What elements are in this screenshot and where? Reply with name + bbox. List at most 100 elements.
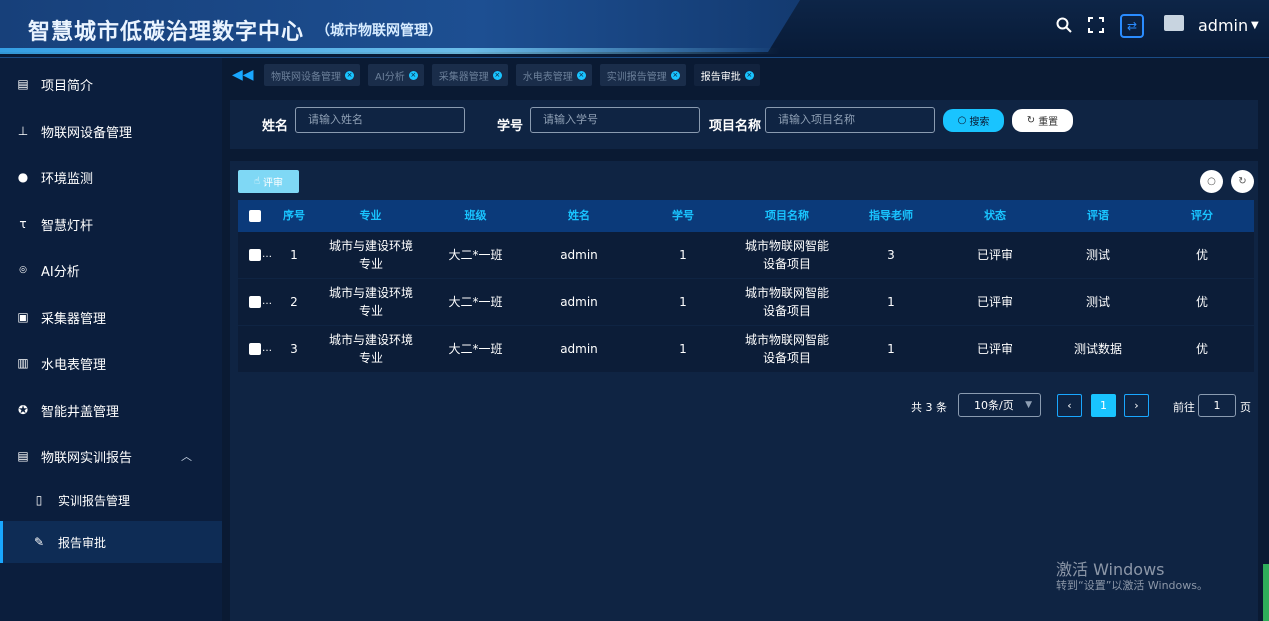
cell-student-id: 1 (679, 248, 687, 262)
cell-status: 已评审 (976, 342, 1013, 356)
select-all-checkbox[interactable] (249, 210, 261, 222)
user-name[interactable]: admin (1198, 16, 1248, 35)
sitemap-icon: ⊥ (17, 124, 29, 138)
ellipsis: … (262, 249, 272, 260)
avatar[interactable] (1164, 15, 1184, 31)
sidebar-item-collector[interactable]: ▣ 采集器管理 (0, 294, 222, 340)
cell-major: 城市与建设环境专业 (328, 239, 413, 271)
sidebar-item-label: 物联网实训报告 (41, 450, 133, 466)
collapse-icon[interactable]: ◀◀ (232, 67, 254, 83)
row-checkbox[interactable] (249, 249, 261, 261)
sidebar-item-iot-devices[interactable]: ⊥ 物联网设备管理 (0, 108, 222, 154)
fullscreen-icon[interactable] (1085, 14, 1107, 36)
search-icon[interactable] (1053, 14, 1075, 36)
report-icon: ▤ (17, 449, 29, 463)
row-checkbox[interactable] (249, 343, 261, 355)
switch-icon[interactable]: ⇄ (1120, 14, 1144, 38)
column-header: 评语 (1087, 209, 1109, 222)
submenu-report-management[interactable]: ▯ 实训报告管理 (0, 479, 222, 521)
table-row[interactable]: … 1 城市与建设环境专业 大二*一班 admin 1 城市物联网智能设备项目 … (238, 232, 1254, 278)
next-page-button[interactable]: › (1124, 394, 1149, 417)
top-header: 智慧城市低碳治理数字中心 （城市物联网管理） ⇄ admin ▼ (0, 0, 1269, 58)
column-header: 指导老师 (869, 209, 913, 222)
sidebar-item-smart-pole[interactable]: τ 智慧灯杆 (0, 201, 222, 247)
total-count: 共 3 条 (911, 401, 947, 414)
name-label: 姓名 (262, 119, 289, 134)
review-button[interactable]: ☝ 评审 (238, 170, 299, 193)
cell-major: 城市与建设环境专业 (328, 286, 413, 318)
page-suffix: 页 (1240, 401, 1251, 414)
cell-project: 城市物联网智能设备项目 (744, 333, 829, 365)
cell-status: 已评审 (976, 248, 1013, 262)
review-button-label: 评审 (263, 178, 284, 189)
close-icon[interactable]: × (492, 70, 502, 80)
reset-button[interactable]: ↻ 重置 (1012, 109, 1073, 132)
refresh-button[interactable]: ↻ (1231, 170, 1254, 193)
cell-name: admin (560, 295, 598, 309)
cell-teacher: 3 (887, 248, 895, 262)
goto-label: 前往 (1173, 401, 1195, 414)
tab-iot-devices[interactable]: 物联网设备管理 × (264, 64, 360, 86)
cell-class: 大二*一班 (448, 248, 503, 262)
goto-page-input[interactable]: 1 (1198, 394, 1236, 417)
sidebar-item-label: 智能井盖管理 (41, 404, 120, 420)
cell-comment: 测试数据 (1073, 342, 1122, 356)
close-icon[interactable]: × (744, 70, 754, 80)
prev-page-button[interactable]: ‹ (1057, 394, 1082, 417)
sidebar-item-manhole[interactable]: ✪ 智能井盖管理 (0, 387, 222, 433)
column-header: 专业 (359, 209, 382, 222)
sidebar-item-meters[interactable]: ▥ 水电表管理 (0, 340, 222, 386)
tab-report-approval[interactable]: 报告审批 × (693, 64, 760, 86)
book-icon: ▯ (35, 493, 43, 507)
row-checkbox[interactable] (249, 296, 261, 308)
caret-down-icon[interactable]: ▼ (1251, 20, 1259, 31)
sidebar-item-ai[interactable]: ◎ AI分析 (0, 247, 222, 293)
close-icon[interactable]: × (408, 70, 418, 80)
sidebar-item-environment[interactable]: ● 环境监测 (0, 154, 222, 200)
tab-label: 水电表管理 (522, 71, 573, 83)
cell-class: 大二*一班 (448, 295, 503, 309)
reset-button-label: 重置 (1038, 117, 1059, 128)
sidebar-item-project-intro[interactable]: ▤ 项目简介 (0, 61, 222, 107)
cell-no: 1 (290, 248, 298, 262)
corner-indicator (1263, 564, 1269, 621)
table-row[interactable]: … 2 城市与建设环境专业 大二*一班 admin 1 城市物联网智能设备项目 … (238, 279, 1254, 325)
cell-student-id: 1 (679, 295, 687, 309)
text-height-icon: τ (19, 217, 27, 231)
ai-icon: ◎ (19, 265, 27, 275)
printer-icon: ▣ (17, 310, 29, 324)
cell-student-id: 1 (679, 342, 687, 356)
tab-label: 实训报告管理 (606, 71, 667, 83)
chevron-up-icon: ︿ (181, 450, 192, 463)
toggle-search-button[interactable]: ○ (1200, 170, 1223, 193)
search-button-label: 搜索 (969, 117, 990, 128)
tab-report-management[interactable]: 实训报告管理 × (599, 64, 686, 86)
meter-icon: ▥ (17, 356, 29, 370)
close-icon[interactable]: × (576, 70, 586, 80)
close-icon[interactable]: × (670, 70, 680, 80)
cell-class: 大二*一班 (448, 342, 503, 356)
column-header: 序号 (283, 209, 305, 222)
close-icon[interactable]: × (345, 70, 354, 80)
current-page[interactable]: 1 (1091, 394, 1116, 417)
page-size-select[interactable]: 10条/页 ▼ (958, 393, 1041, 417)
column-header: 状态 (984, 209, 1006, 222)
sidebar-item-iot-reports[interactable]: ▤ 物联网实训报告 ︿ (0, 433, 222, 479)
submenu-report-approval[interactable]: ✎ 报告审批 (0, 521, 222, 563)
tab-meters[interactable]: 水电表管理 × (515, 64, 592, 86)
search-button[interactable]: ○ 搜索 (943, 109, 1004, 132)
windows-activation-hint: 转到“设置”以激活 Windows。 (1056, 579, 1208, 592)
cell-teacher: 1 (887, 295, 895, 309)
cell-comment: 测试 (1085, 248, 1110, 262)
cell-no: 3 (290, 342, 298, 356)
table-row[interactable]: … 3 城市与建设环境专业 大二*一班 admin 1 城市物联网智能设备项目 … (238, 326, 1254, 372)
name-input[interactable]: 请输入姓名 (295, 107, 465, 133)
student-id-input[interactable]: 请输入学号 (530, 107, 700, 133)
table-panel: ☝ 评审 ○ ↻ 序号 专业 班级 姓名 学号 项目名称 指导老师 状态 评语 评… (230, 161, 1258, 621)
cell-name: admin (560, 342, 598, 356)
chevron-down-icon: ▼ (1025, 400, 1032, 410)
tab-ai[interactable]: AI分析 × (368, 64, 424, 86)
project-name-input[interactable]: 请输入项目名称 (765, 107, 935, 133)
tab-collector[interactable]: 采集器管理 × (431, 64, 508, 86)
sidebar-item-label: 智慧灯杆 (41, 218, 94, 234)
